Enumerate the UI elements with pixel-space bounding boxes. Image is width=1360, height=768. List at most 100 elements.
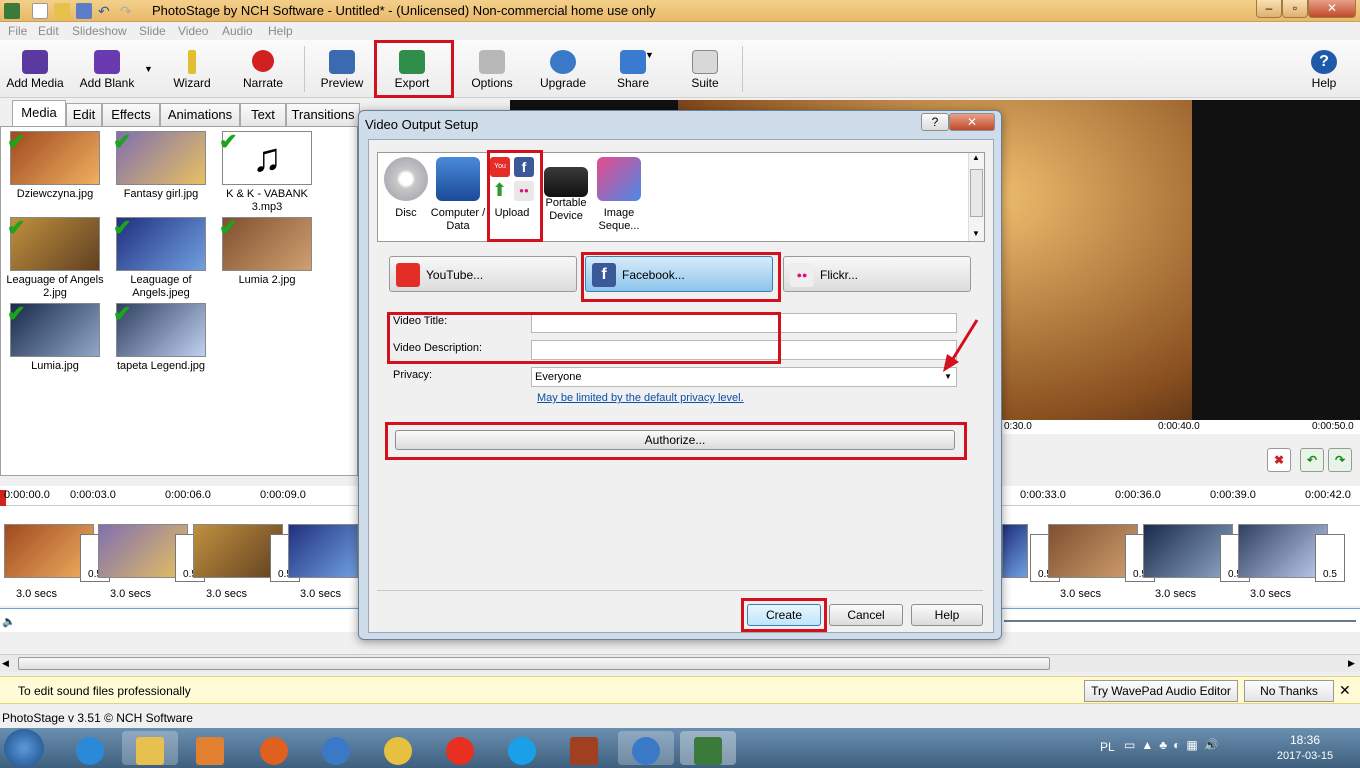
upgrade-button[interactable]: Upgrade <box>538 40 588 96</box>
clip-duration[interactable]: 3.0 secs <box>1155 588 1196 600</box>
device-computer[interactable]: Computer / Data <box>430 157 486 233</box>
taskbar-photostage[interactable] <box>680 731 736 765</box>
language-indicator[interactable]: PL <box>1100 740 1115 754</box>
media-item[interactable]: ✔ Lumia.jpg <box>3 301 107 373</box>
flickr-button[interactable]: ●● Flickr... <box>783 256 971 292</box>
taskbar-game[interactable] <box>556 731 612 765</box>
taskbar-globe[interactable] <box>308 731 364 765</box>
close-icon[interactable]: ✕ <box>1339 682 1351 699</box>
menu-slide[interactable]: Slide <box>139 24 166 38</box>
narrate-button[interactable]: Narrate <box>236 40 290 96</box>
transition-marker[interactable]: 0.5 <box>1315 534 1345 582</box>
scroll-down-icon[interactable]: ▼ <box>972 229 980 238</box>
preview-button[interactable]: Preview <box>316 40 368 96</box>
clip-duration[interactable]: 3.0 secs <box>110 588 151 600</box>
taskbar-ie[interactable] <box>62 731 118 765</box>
taskbar-globe-2[interactable] <box>618 731 674 765</box>
tab-transitions[interactable]: Transitions <box>286 103 360 126</box>
scroll-left-icon[interactable]: ◀ <box>2 658 9 669</box>
menu-audio[interactable]: Audio <box>222 24 253 38</box>
record-icon <box>252 50 274 72</box>
no-thanks-button[interactable]: No Thanks <box>1244 680 1334 702</box>
tab-media[interactable]: Media <box>12 100 66 126</box>
new-file-icon[interactable] <box>32 3 48 19</box>
dialog-help-button[interactable]: ? <box>921 113 949 131</box>
clip-duration[interactable]: 3.0 secs <box>1060 588 1101 600</box>
output-format-list: Disc Computer / Data You f ⬆ ●● Upload P… <box>377 152 985 242</box>
audio-waveform <box>1004 620 1356 622</box>
wizard-button[interactable]: Wizard <box>166 40 218 96</box>
rotate-right-icon[interactable]: ↷ <box>1328 448 1352 472</box>
media-item[interactable]: ✔ Leaguage of Angels 2.jpg <box>3 215 107 300</box>
menu-edit[interactable]: Edit <box>38 24 59 38</box>
delete-icon[interactable]: ✖ <box>1267 448 1291 472</box>
format-list-scrollbar[interactable]: ▲ ▼ <box>968 153 984 241</box>
media-item[interactable]: ✔ Dziewczyna.jpg <box>3 129 107 201</box>
taskbar-explorer[interactable] <box>122 731 178 765</box>
undo-icon[interactable]: ↶ <box>98 3 114 19</box>
taskbar-firefox[interactable] <box>246 731 302 765</box>
scroll-right-icon[interactable]: ▶ <box>1348 658 1355 669</box>
clip-duration[interactable]: 3.0 secs <box>206 588 247 600</box>
redo-icon[interactable]: ↷ <box>120 3 136 19</box>
clip-duration[interactable]: 3.0 secs <box>1250 588 1291 600</box>
clip-duration[interactable]: 3.0 secs <box>300 588 341 600</box>
add-media-button[interactable]: Add Media <box>2 40 68 96</box>
minimize-button[interactable]: – <box>1256 0 1282 18</box>
taskbar-sun[interactable] <box>432 731 488 765</box>
scroll-up-icon[interactable]: ▲ <box>972 153 980 162</box>
device-disc[interactable]: Disc <box>378 157 434 220</box>
timeline-clip[interactable] <box>288 524 358 578</box>
speaker-icon[interactable]: 🔈 <box>2 615 16 628</box>
ie-icon <box>76 737 104 765</box>
tray-icons[interactable]: ▭▲♣◐▦🔊 <box>1124 738 1225 752</box>
add-blank-button[interactable]: Add Blank <box>76 40 138 96</box>
taskbar-skype[interactable] <box>494 731 550 765</box>
menu-slideshow[interactable]: Slideshow <box>72 24 127 38</box>
media-item[interactable]: ✔ Leaguage of Angels.jpeg <box>109 215 213 300</box>
privacy-info-link[interactable]: May be limited by the default privacy le… <box>537 392 744 404</box>
clip-duration[interactable]: 3.0 secs <box>16 588 57 600</box>
youtube-button[interactable]: YouTube... <box>389 256 577 292</box>
clock-date[interactable]: 2017-03-15 <box>1270 750 1340 762</box>
cancel-button[interactable]: Cancel <box>829 604 903 626</box>
timeline-clip[interactable] <box>1002 524 1028 578</box>
start-button[interactable] <box>4 729 44 767</box>
tab-effects[interactable]: Effects <box>102 103 160 126</box>
format-list-scroll-thumb[interactable] <box>970 169 983 217</box>
save-icon[interactable] <box>76 3 92 19</box>
tab-animations[interactable]: Animations <box>160 103 240 126</box>
device-image-sequence[interactable]: Image Seque... <box>591 157 647 233</box>
add-blank-icon <box>94 50 120 74</box>
taskbar-media-player[interactable] <box>182 731 238 765</box>
rotate-left-icon[interactable]: ↶ <box>1300 448 1324 472</box>
scrollbar-thumb[interactable] <box>18 657 1050 670</box>
device-portable[interactable]: Portable Device <box>538 157 594 223</box>
clock-time[interactable]: 18:36 <box>1280 733 1330 747</box>
tab-text[interactable]: Text <box>240 103 286 126</box>
menu-help[interactable]: Help <box>268 24 293 38</box>
help-button[interactable]: ? Help <box>1302 40 1346 96</box>
close-window-button[interactable]: ✕ <box>1308 0 1356 18</box>
share-button[interactable]: Share <box>610 40 656 96</box>
media-item[interactable]: ♫ ✔ K & K - VABANK 3.mp3 <box>215 129 319 214</box>
suite-button[interactable]: Suite <box>682 40 728 96</box>
add-blank-dropdown-icon[interactable]: ▼ <box>144 64 153 74</box>
media-item[interactable]: ✔ Fantasy girl.jpg <box>109 129 213 201</box>
options-button[interactable]: Options <box>468 40 516 96</box>
privacy-select[interactable]: Everyone ▼ <box>531 367 957 387</box>
paint-icon <box>384 737 412 765</box>
menu-file[interactable]: File <box>8 24 27 38</box>
open-folder-icon[interactable] <box>54 3 70 19</box>
media-item[interactable]: ✔ tapeta Legend.jpg <box>109 301 213 373</box>
timeline-scrollbar[interactable]: ◀ ▶ <box>0 654 1360 672</box>
dialog-close-button[interactable]: ✕ <box>949 113 995 131</box>
try-wavepad-button[interactable]: Try WavePad Audio Editor <box>1084 680 1238 702</box>
media-item[interactable]: ✔ Lumia 2.jpg <box>215 215 319 287</box>
dialog-help-text-button[interactable]: Help <box>911 604 983 626</box>
menu-video[interactable]: Video <box>178 24 208 38</box>
share-dropdown-icon[interactable]: ▼ <box>645 50 654 60</box>
taskbar-paint[interactable] <box>370 731 426 765</box>
maximize-button[interactable]: ▫ <box>1282 0 1308 18</box>
tab-edit[interactable]: Edit <box>66 103 102 126</box>
